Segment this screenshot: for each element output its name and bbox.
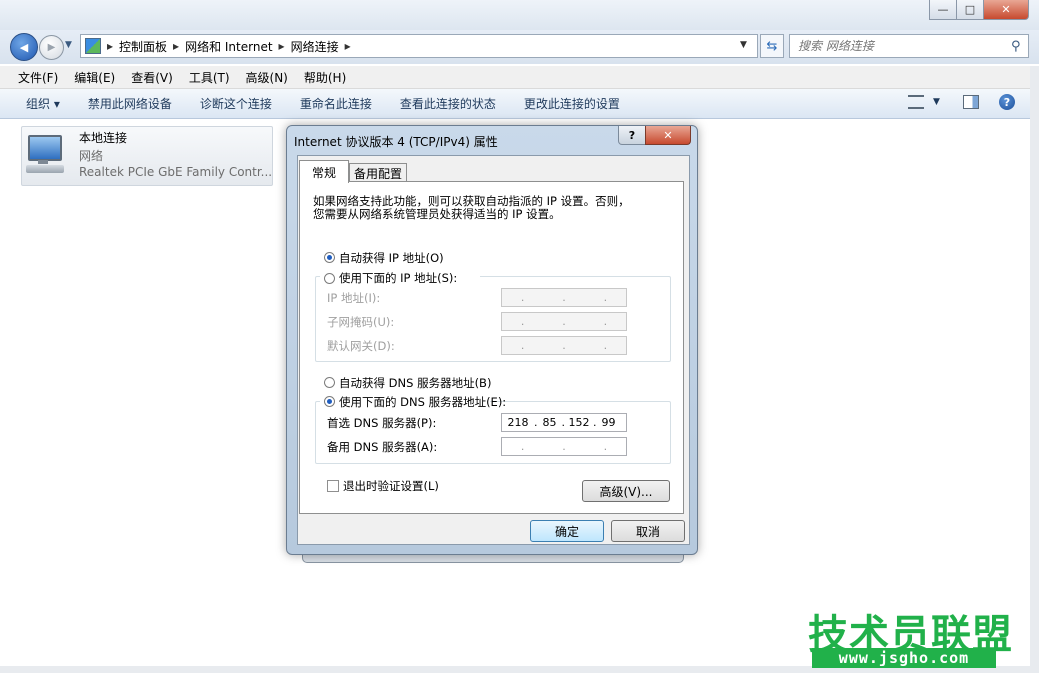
breadcrumb-network-internet[interactable]: 网络和 Internet [185, 38, 272, 55]
radio-dns-manual-label: 使用下面的 DNS 服务器地址(E): [339, 395, 507, 409]
view-status-button[interactable]: 查看此连接的状态 [386, 95, 510, 112]
preview-pane-icon[interactable] [963, 95, 979, 109]
default-gateway-label: 默认网关(D): [327, 339, 395, 353]
minimize-icon: — [937, 3, 949, 16]
refresh-button[interactable]: ⇆ [760, 34, 784, 58]
menu-edit[interactable]: 编辑(E) [66, 69, 123, 86]
radio-ip-auto-label: 自动获得 IP 地址(O) [339, 251, 444, 265]
maximize-icon: □ [964, 3, 976, 16]
validate-checkbox[interactable] [327, 480, 339, 492]
subnet-mask-label: 子网掩码(U): [327, 315, 395, 329]
back-arrow-icon: ◀ [19, 40, 29, 54]
ip-address-label: IP 地址(I): [327, 291, 381, 305]
dns-octet-4: 99 [601, 416, 616, 429]
subnet-mask-field: ... [501, 312, 627, 331]
recent-pages-dropdown[interactable]: ▼ [65, 40, 72, 50]
ok-button[interactable]: 确定 [530, 520, 604, 542]
radio-ip-manual[interactable] [324, 273, 335, 284]
network-adapter-icon [26, 133, 66, 177]
watermark-url: www.jsgho.com [812, 648, 996, 668]
menu-tools[interactable]: 工具(T) [181, 69, 238, 86]
local-connection-tile[interactable]: 本地连接 网络 Realtek PCIe GbE Family Contr... [21, 126, 273, 186]
forward-button[interactable]: ▶ [39, 35, 64, 60]
window-titlebar [0, 0, 1039, 30]
default-gateway-field: ... [501, 336, 627, 355]
menu-bar: 文件(F) 编辑(E) 查看(V) 工具(T) 高级(N) 帮助(H) [0, 66, 1039, 89]
maximize-button[interactable]: □ [956, 0, 984, 20]
radio-dns-manual[interactable] [324, 396, 335, 407]
advanced-button[interactable]: 高级(V)... [582, 480, 670, 502]
connection-adapter: Realtek PCIe GbE Family Contr... [79, 165, 273, 179]
radio-ip-manual-label: 使用下面的 IP 地址(S): [339, 271, 458, 285]
connection-network: 网络 [79, 149, 104, 163]
radio-dns-auto[interactable] [324, 377, 335, 388]
validate-checkbox-label: 退出时验证设置(L) [343, 479, 439, 493]
change-settings-button[interactable]: 更改此连接的设置 [510, 95, 634, 112]
ip-address-field: ... [501, 288, 627, 307]
dns-octet-1: 218 [507, 416, 529, 429]
menu-advanced[interactable]: 高级(N) [238, 69, 296, 86]
breadcrumb-separator: ▸ [173, 39, 180, 53]
preferred-dns-field[interactable]: 218. 85. 152. 99 [501, 413, 627, 432]
control-panel-icon [85, 38, 101, 54]
breadcrumb-separator: ▸ [107, 39, 114, 53]
radio-dns-auto-label: 自动获得 DNS 服务器地址(B) [339, 376, 492, 390]
command-toolbar: 组织 ▾ 禁用此网络设备 诊断这个连接 重命名此连接 查看此连接的状态 更改此连… [0, 89, 1039, 119]
tab-general[interactable]: 常规 [299, 160, 349, 183]
tab-alternate-config[interactable]: 备用配置 [349, 163, 407, 182]
breadcrumb-network-connections[interactable]: 网络连接 [291, 38, 339, 55]
breadcrumb-control-panel[interactable]: 控制面板 [119, 38, 167, 55]
help-icon: ? [628, 128, 636, 142]
dns-octet-2: 85 [542, 416, 557, 429]
alternate-dns-field[interactable]: ... [501, 437, 627, 456]
breadcrumb-separator: ▸ [278, 39, 285, 53]
refresh-icon: ⇆ [766, 38, 778, 54]
search-box[interactable]: ⚲ [789, 34, 1029, 58]
dialog-title: Internet 协议版本 4 (TCP/IPv4) 属性 [294, 135, 498, 149]
disable-device-button[interactable]: 禁用此网络设备 [74, 95, 186, 112]
view-options-icon[interactable] [908, 95, 924, 109]
close-icon: ✕ [1001, 3, 1011, 16]
back-button[interactable]: ◀ [10, 33, 38, 61]
dialog-close-button[interactable]: ✕ [645, 126, 691, 145]
breadcrumb-separator: ▸ [344, 39, 351, 53]
close-icon: ✕ [663, 128, 673, 142]
forward-arrow-icon: ▶ [47, 42, 56, 53]
window-right-border [1030, 66, 1039, 673]
view-options-dropdown[interactable]: ▼ [933, 97, 940, 107]
dialog-help-button[interactable]: ? [618, 126, 646, 145]
help-icon[interactable]: ? [999, 94, 1015, 110]
menu-view[interactable]: 查看(V) [123, 69, 181, 86]
radio-ip-auto[interactable] [324, 252, 335, 263]
diagnose-button[interactable]: 诊断这个连接 [186, 95, 286, 112]
search-input[interactable] [796, 38, 1005, 54]
cancel-button[interactable]: 取消 [611, 520, 685, 542]
dns-octet-3: 152 [568, 416, 590, 429]
menu-help[interactable]: 帮助(H) [296, 69, 354, 86]
address-bar[interactable]: ▸ 控制面板 ▸ 网络和 Internet ▸ 网络连接 ▸ [80, 34, 758, 58]
rename-button[interactable]: 重命名此连接 [286, 95, 386, 112]
minimize-button[interactable]: — [929, 0, 957, 20]
menu-file[interactable]: 文件(F) [10, 69, 66, 86]
organize-button[interactable]: 组织 ▾ [12, 95, 74, 112]
window-close-button[interactable]: ✕ [983, 0, 1029, 20]
intro-text-line-2: 您需要从网络系统管理员处获得适当的 IP 设置。 [313, 207, 561, 221]
address-dropdown[interactable]: ▼ [740, 40, 747, 50]
alternate-dns-label: 备用 DNS 服务器(A): [327, 440, 438, 454]
preferred-dns-label: 首选 DNS 服务器(P): [327, 416, 437, 430]
search-icon[interactable]: ⚲ [1011, 39, 1021, 54]
connection-name: 本地连接 [79, 131, 128, 145]
